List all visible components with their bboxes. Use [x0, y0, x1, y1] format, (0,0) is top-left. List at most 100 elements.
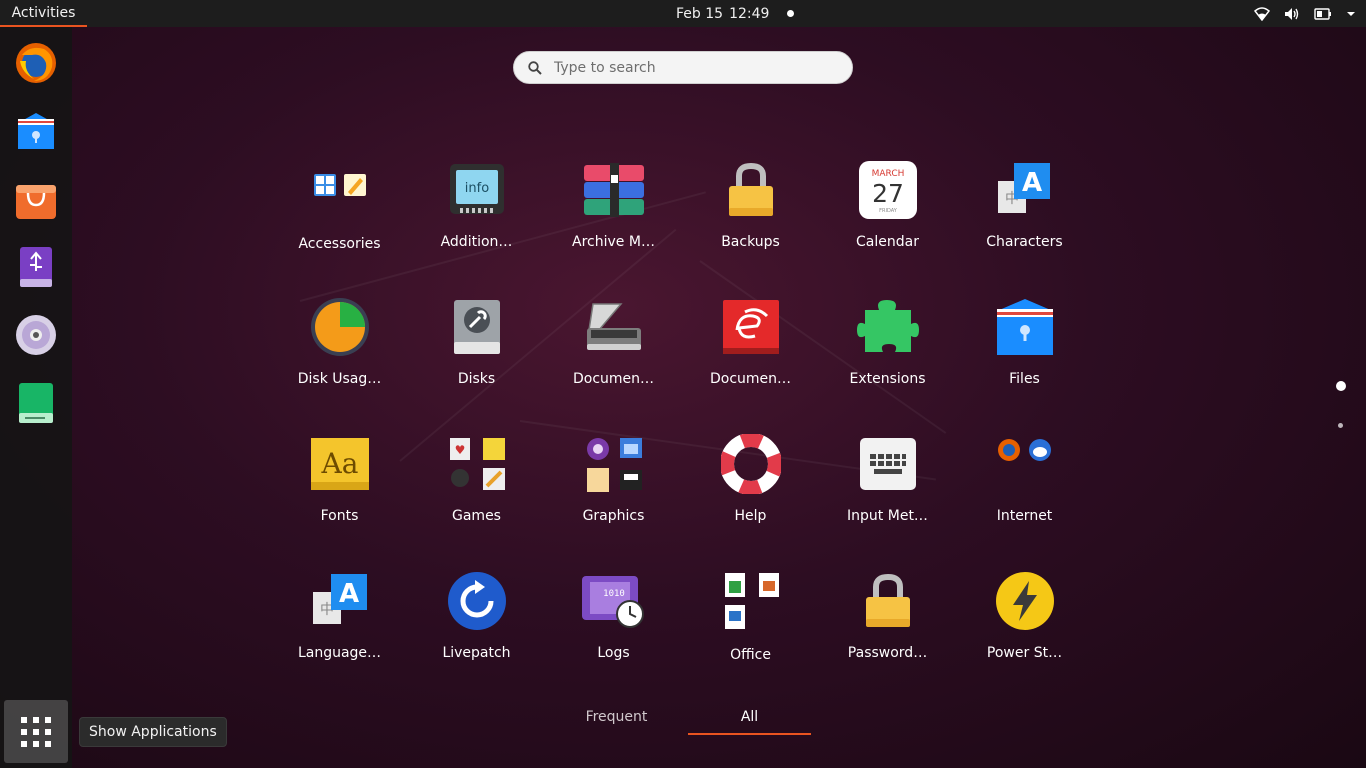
show-applications-tooltip: Show Applications: [79, 717, 227, 747]
search-input[interactable]: [554, 59, 824, 76]
svg-text:FRIDAY: FRIDAY: [879, 208, 898, 214]
dock-item-drive[interactable]: [12, 379, 60, 427]
date-label: Feb 15: [676, 5, 724, 22]
app-label: Documen…: [709, 371, 792, 387]
app-language-support[interactable]: 中 A Language…: [271, 551, 408, 688]
app-calendar[interactable]: MARCH 27 FRIDAY Calendar: [819, 140, 956, 277]
app-help[interactable]: Help: [682, 414, 819, 551]
app-label: Games: [452, 508, 501, 524]
notification-dot: [787, 10, 795, 17]
fonts-icon: Aa: [308, 432, 372, 496]
app-label: Internet: [996, 508, 1053, 524]
svg-text:Aa: Aa: [320, 447, 358, 480]
app-disk-usage[interactable]: Disk Usag…: [271, 277, 408, 414]
archive-manager-icon: [582, 158, 646, 222]
system-tray[interactable]: [1254, 0, 1356, 27]
svg-text:1010: 1010: [603, 589, 625, 599]
svg-text:info: info: [464, 181, 488, 196]
app-livepatch[interactable]: Livepatch: [408, 551, 545, 688]
calendar-icon: MARCH 27 FRIDAY: [856, 158, 920, 222]
activities-button[interactable]: Activities: [0, 0, 87, 27]
wifi-icon: [1254, 6, 1270, 21]
app-label: Office: [730, 647, 771, 663]
app-files[interactable]: Files: [956, 277, 1093, 414]
app-label: Characters: [986, 234, 1063, 250]
additional-drivers-icon: info: [445, 158, 509, 222]
app-document-scanner[interactable]: Documen…: [545, 277, 682, 414]
show-applications-button[interactable]: [4, 700, 68, 763]
app-label: Help: [734, 508, 767, 524]
accessories-folder-icon: [308, 158, 372, 222]
app-archive-manager[interactable]: Archive M…: [545, 140, 682, 277]
document-scanner-icon: [582, 295, 646, 359]
svg-text:A: A: [338, 579, 358, 609]
app-input-method[interactable]: Input Met…: [819, 414, 956, 551]
tab-all[interactable]: All: [688, 709, 811, 735]
office-folder-icon: [719, 569, 783, 633]
app-games[interactable]: ♥ Games: [408, 414, 545, 551]
search-bar[interactable]: [513, 51, 853, 84]
app-label: Archive M…: [572, 234, 655, 250]
svg-text:♥: ♥: [454, 443, 465, 457]
dock-item-files[interactable]: [12, 107, 60, 155]
files-icon: [18, 113, 54, 149]
keyboard-icon: [856, 432, 920, 496]
page-indicator-1[interactable]: [1336, 381, 1346, 391]
volume-icon: [1284, 7, 1300, 21]
app-document-viewer[interactable]: Documen…: [682, 277, 819, 414]
internet-folder-icon: [993, 432, 1057, 496]
app-accessories[interactable]: Accessories: [271, 140, 408, 277]
svg-text:A: A: [1021, 168, 1041, 198]
app-label: Disks: [457, 371, 496, 387]
page-indicator-2[interactable]: [1338, 423, 1343, 428]
app-label: Fonts: [320, 508, 359, 524]
app-characters[interactable]: 中 A Characters: [956, 140, 1093, 277]
app-internet[interactable]: Internet: [956, 414, 1093, 551]
power-bolt-icon: [993, 569, 1057, 633]
dock: [0, 27, 72, 768]
app-backups[interactable]: Backups: [682, 140, 819, 277]
app-grid: Accessories info Addition… Archive M… Ba…: [271, 140, 1093, 700]
app-label: Power St…: [986, 645, 1063, 661]
app-office[interactable]: Office: [682, 551, 819, 688]
password-lock-icon: [856, 569, 920, 633]
app-label: Addition…: [440, 234, 513, 250]
svg-text:MARCH: MARCH: [871, 169, 904, 179]
logs-icon: 1010: [581, 569, 646, 633]
lifebuoy-icon: [719, 432, 783, 496]
app-logs[interactable]: 1010 Logs: [545, 551, 682, 688]
tab-frequent[interactable]: Frequent: [555, 709, 678, 735]
app-label: Graphics: [582, 508, 645, 524]
dock-item-software[interactable]: [12, 175, 60, 223]
language-icon: 中 A: [308, 569, 372, 633]
time-label: 12:49: [729, 5, 770, 22]
app-fonts[interactable]: Aa Fonts: [271, 414, 408, 551]
app-passwords[interactable]: Password…: [819, 551, 956, 688]
chevron-down-icon: [1346, 10, 1356, 18]
app-label: Livepatch: [442, 645, 511, 661]
app-graphics[interactable]: Graphics: [545, 414, 682, 551]
livepatch-icon: [445, 569, 509, 633]
dock-item-usb-creator[interactable]: [12, 243, 60, 291]
app-extensions[interactable]: Extensions: [819, 277, 956, 414]
app-disks[interactable]: Disks: [408, 277, 545, 414]
disks-icon: [445, 295, 509, 359]
clock[interactable]: Feb 15 12:49: [676, 0, 795, 27]
dock-item-disc[interactable]: [12, 311, 60, 359]
app-additional-drivers[interactable]: info Addition…: [408, 140, 545, 277]
app-label: Logs: [597, 645, 630, 661]
app-power-statistics[interactable]: Power St…: [956, 551, 1093, 688]
search-icon: [528, 60, 542, 75]
cd-disc-icon: [16, 315, 56, 355]
app-label: Language…: [297, 645, 382, 661]
app-label: Files: [1009, 371, 1040, 387]
document-viewer-icon: [719, 295, 783, 359]
app-label: Password…: [847, 645, 928, 661]
dock-item-firefox[interactable]: [12, 39, 60, 87]
battery-icon: [1314, 7, 1332, 20]
svg-text:27: 27: [872, 179, 904, 208]
app-label: Calendar: [856, 234, 919, 250]
firefox-icon: [16, 43, 56, 83]
disk-usage-icon: [308, 295, 372, 359]
top-bar: Activities Feb 15 12:49: [0, 0, 1366, 27]
